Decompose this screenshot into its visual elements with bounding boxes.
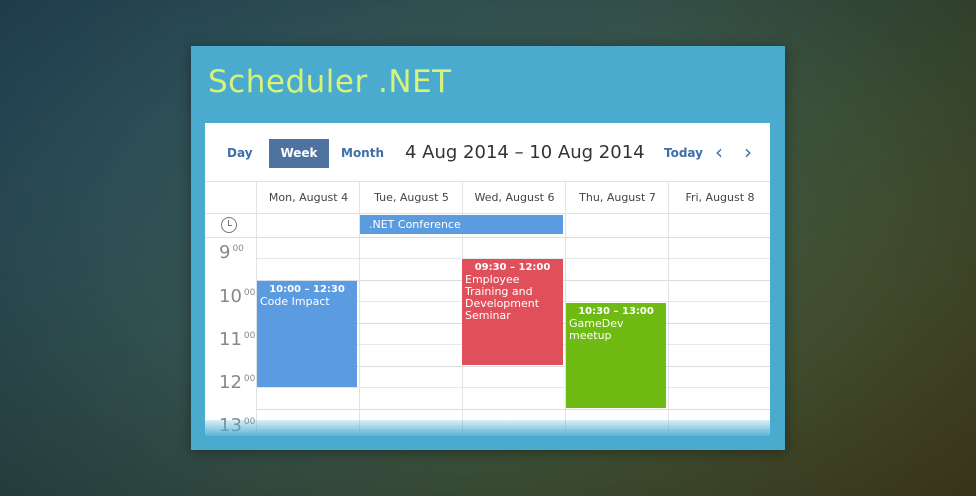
app-title: Scheduler .NET bbox=[208, 64, 452, 100]
week-view-tab[interactable]: Week bbox=[269, 139, 329, 168]
event-gamedev-meetup[interactable]: 10:30 – 13:00 GameDev meetup bbox=[566, 303, 666, 408]
bottom-fade bbox=[205, 420, 770, 436]
day-view-tab[interactable]: Day bbox=[227, 139, 253, 168]
toolbar: Day Week Month 4 Aug 2014 – 10 Aug 2014 … bbox=[205, 123, 770, 182]
event-code-impact[interactable]: 10:00 – 12:30 Code Impact bbox=[257, 281, 357, 387]
event-title: GameDev meetup bbox=[569, 317, 624, 342]
day-header[interactable]: Thu, August 7 bbox=[565, 182, 669, 213]
time-label: 11 00 bbox=[219, 329, 256, 350]
event-time: 10:00 – 12:30 bbox=[269, 284, 345, 295]
divider bbox=[668, 237, 669, 436]
clock-icon bbox=[221, 217, 237, 233]
scheduler-panel: Scheduler .NET Day Week Month 4 Aug 2014… bbox=[191, 46, 785, 450]
date-range: 4 Aug 2014 – 10 Aug 2014 bbox=[405, 142, 645, 163]
time-label: 10 00 bbox=[219, 286, 256, 307]
day-header[interactable]: Mon, August 4 bbox=[256, 182, 360, 213]
grid-line bbox=[256, 387, 770, 388]
divider bbox=[668, 214, 669, 237]
chevron-left-icon[interactable]: ‹ bbox=[715, 138, 723, 166]
day-header[interactable]: Fri, August 8 bbox=[668, 182, 770, 213]
event-employee-training[interactable]: 09:30 – 12:00 Employee Training and Deve… bbox=[462, 259, 563, 365]
event-title: Code Impact bbox=[260, 295, 330, 308]
month-view-tab[interactable]: Month bbox=[341, 139, 384, 168]
event-time: 10:30 – 13:00 bbox=[578, 306, 654, 317]
divider bbox=[256, 214, 257, 237]
scheduler: Day Week Month 4 Aug 2014 – 10 Aug 2014 … bbox=[205, 123, 770, 436]
event-time: 09:30 – 12:00 bbox=[474, 262, 551, 273]
grid-line bbox=[256, 237, 770, 238]
all-day-row: .NET Conference bbox=[205, 214, 770, 238]
time-grid: 900 1000 1100 1200 1300 10:00 – 12:30 Co… bbox=[205, 237, 770, 436]
chevron-right-icon[interactable]: › bbox=[744, 138, 752, 166]
divider bbox=[565, 214, 566, 237]
today-button[interactable]: Today bbox=[664, 139, 703, 168]
time-label: 12 00 bbox=[219, 372, 256, 393]
day-header[interactable]: Tue, August 5 bbox=[359, 182, 463, 213]
all-day-event[interactable]: .NET Conference bbox=[360, 215, 563, 234]
day-header[interactable]: Wed, August 6 bbox=[462, 182, 566, 213]
grid-line bbox=[256, 409, 770, 410]
divider bbox=[359, 237, 360, 436]
time-label: 9 00 bbox=[219, 242, 244, 263]
day-header-row: Mon, August 4 Tue, August 5 Wed, August … bbox=[205, 182, 770, 214]
event-title: Employee Training and Development Semina… bbox=[465, 273, 540, 322]
